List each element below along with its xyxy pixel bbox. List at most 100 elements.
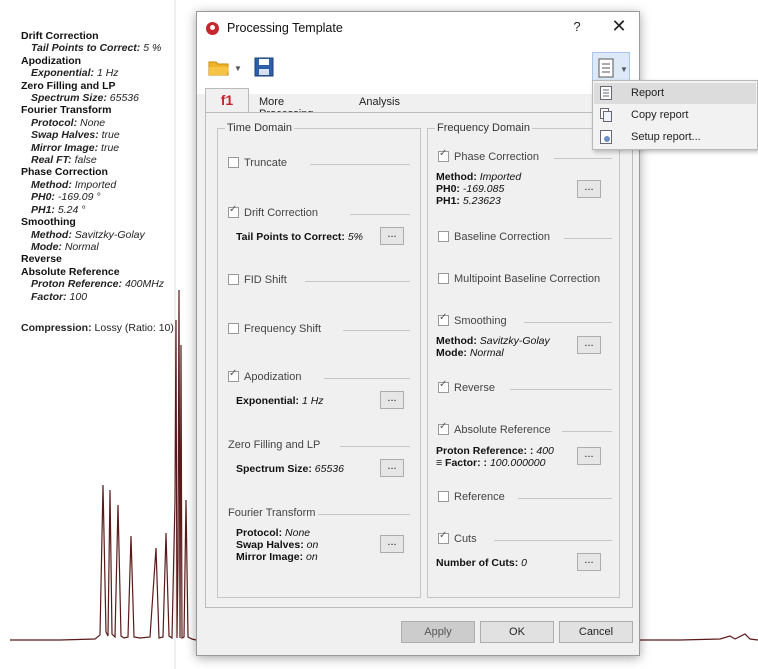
reverse-option[interactable]: Reverse (438, 379, 612, 394)
summary-item-key: Method: (31, 178, 72, 191)
open-folder-icon[interactable] (208, 60, 230, 76)
summary-section-title: Apodization (21, 54, 82, 67)
multipoint-baseline-checkbox[interactable] (438, 273, 449, 284)
report-icon (598, 58, 614, 78)
frequency-shift-option[interactable]: Frequency Shift (228, 323, 410, 335)
frequency-domain-title: Frequency Domain (435, 122, 532, 134)
summary-item-value: 100 (69, 290, 88, 303)
summary-item-key: Proton Reference: (31, 278, 123, 291)
absolute-reference-settings-button[interactable]: ... (577, 447, 601, 465)
absolute-reference-label: Absolute Reference (454, 424, 551, 436)
apodization-settings-button[interactable]: ... (380, 391, 404, 409)
drift-param: Tail Points to Correct: 5% (236, 231, 364, 243)
fid-shift-checkbox[interactable] (228, 274, 239, 285)
cuts-settings-button[interactable]: ... (577, 553, 601, 571)
drift-settings-button[interactable]: ... (380, 227, 404, 245)
close-button[interactable]: ✕ (609, 16, 629, 37)
summary-item-key: Swap Halves: (31, 129, 99, 142)
report-doc-icon (600, 86, 612, 100)
menu-item-report[interactable]: Report (594, 83, 756, 104)
smoothing-settings-button[interactable]: ... (577, 336, 601, 354)
reverse-checkbox[interactable] (438, 379, 449, 393)
proton-reference-param: Proton Reference: : 400 (436, 445, 554, 457)
zero-filling-settings-button[interactable]: ... (380, 459, 404, 477)
reference-option[interactable]: Reference (438, 491, 612, 503)
reference-checkbox[interactable] (438, 491, 449, 502)
apodization-checkbox[interactable] (228, 368, 239, 382)
cancel-button[interactable]: Cancel (559, 621, 633, 643)
menu-item-copy-report[interactable]: Copy report (594, 105, 756, 126)
summary-section-title: Drift Correction (21, 30, 99, 42)
summary-item-value: true (101, 129, 120, 142)
menu-item-setup-report[interactable]: Setup report... (594, 127, 756, 148)
open-dropdown-arrow-icon[interactable]: ▼ (234, 64, 242, 73)
summary-item: Mode: Normal (21, 241, 196, 253)
ft-settings-button[interactable]: ... (380, 535, 404, 553)
summary-item: Method: Savitzky-Golay (21, 229, 196, 241)
baseline-correction-checkbox[interactable] (438, 231, 449, 242)
summary-item-key: Tail Points to Correct: (31, 42, 141, 55)
summary-item-value: false (74, 154, 97, 167)
multipoint-baseline-label: Multipoint Baseline Correction (454, 273, 601, 285)
phase-settings-button[interactable]: ... (577, 180, 601, 198)
summary-item-key: Real FT: (31, 154, 72, 167)
save-icon[interactable] (254, 57, 274, 77)
ph1-param: PH1: 5.23623 (436, 195, 501, 207)
summary-item: Protocol: None (21, 117, 196, 129)
dialog-title: Processing Template (227, 21, 343, 35)
fid-shift-option[interactable]: FID Shift (228, 274, 410, 286)
summary-item: Factor: 100 (21, 291, 196, 303)
summary-item-value: Savitzky-Golay (74, 228, 145, 241)
zero-filling-header: Zero Filling and LP (228, 439, 410, 451)
summary-item-key: Method: (31, 228, 72, 241)
reference-label: Reference (454, 491, 505, 503)
summary-item: Swap Halves: true (21, 129, 196, 141)
absolute-reference-checkbox[interactable] (438, 421, 449, 435)
absolute-reference-option[interactable]: Absolute Reference (438, 421, 612, 436)
truncate-option[interactable]: Truncate (228, 157, 410, 169)
drift-correction-checkbox[interactable] (228, 204, 239, 218)
cuts-checkbox[interactable] (438, 530, 449, 544)
tab-analysis[interactable]: Analysis (359, 90, 400, 112)
time-domain-group: Time Domain Truncate Drift Correction Ta… (217, 122, 421, 598)
summary-section-title: Zero Filling and LP (21, 79, 116, 92)
cuts-option[interactable]: Cuts (438, 530, 612, 545)
processing-template-dialog: Processing Template ? ✕ ▼ ▼ f1 More Proc… (196, 11, 640, 656)
multipoint-baseline-option[interactable]: Multipoint Baseline Correction (438, 273, 600, 285)
ok-button[interactable]: OK (480, 621, 554, 643)
help-button[interactable]: ? (569, 19, 585, 34)
summary-item-value: -169.09 ° (57, 191, 101, 204)
phase-correction-checkbox[interactable] (438, 148, 449, 162)
smoothing-label: Smoothing (454, 315, 507, 327)
report-menu: Report Copy report Setup report... (592, 80, 758, 150)
truncate-checkbox[interactable] (228, 157, 239, 168)
summary-section-title: Reverse (21, 253, 62, 266)
summary-item: PH1: 5.24 ° (21, 204, 196, 216)
apodization-option[interactable]: Apodization (228, 368, 410, 383)
phase-correction-label: Phase Correction (454, 151, 539, 163)
fid-shift-label: FID Shift (244, 274, 287, 286)
smoothing-option[interactable]: Smoothing (438, 312, 612, 327)
phase-method-param: Method: Imported (436, 171, 522, 183)
tab-more-processing[interactable]: More Processing (259, 90, 313, 120)
tab-f1[interactable]: f1 (205, 88, 249, 112)
summary-item-key: PH0: (31, 191, 55, 204)
phase-correction-option[interactable]: Phase Correction (438, 148, 612, 163)
dialog-footer: Apply OK Cancel (197, 616, 639, 656)
ph0-param: PH0: -169.085 (436, 183, 505, 195)
summary-item-value: Normal (64, 240, 99, 253)
compression-info: Compression: Lossy (Ratio: 10) (21, 322, 174, 334)
summary-item-key: Factor: (31, 290, 67, 303)
app-logo-icon (206, 22, 219, 35)
processing-summary: Drift Correction Tail Points to Correct: … (21, 30, 196, 303)
dialog-toolbar: ▼ ▼ (197, 44, 639, 94)
frequency-shift-checkbox[interactable] (228, 323, 239, 334)
baseline-correction-option[interactable]: Baseline Correction (438, 231, 612, 243)
fourier-transform-header: Fourier Transform (228, 507, 410, 519)
ft-protocol-param: Protocol: None (236, 527, 311, 539)
apply-button[interactable]: Apply (401, 621, 475, 643)
time-domain-title: Time Domain (225, 122, 294, 134)
smoothing-checkbox[interactable] (438, 312, 449, 326)
drift-correction-option[interactable]: Drift Correction (228, 204, 410, 219)
tab-content-f1: Time Domain Truncate Drift Correction Ta… (205, 112, 633, 608)
